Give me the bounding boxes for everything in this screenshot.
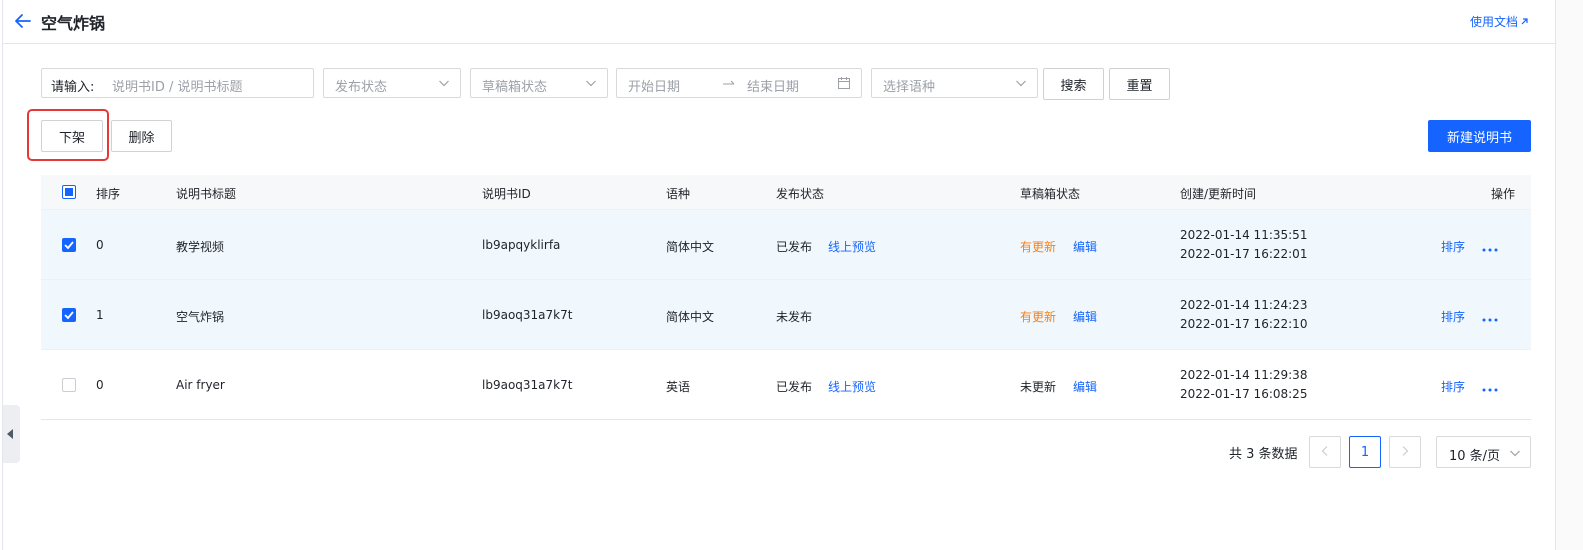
table-row[interactable]: 0 Air fryer lb9aoq31a7k7t 英语 已发布 线上预览 未更… <box>41 349 1531 419</box>
sort-link[interactable]: 排序 <box>1441 308 1465 325</box>
row-title: 教学视频 <box>176 240 225 254</box>
select-all-checkbox[interactable] <box>62 185 76 199</box>
row-created-time: 2022-01-14 11:24:23 <box>1180 298 1308 312</box>
search-input-label: 请输入: <box>51 80 95 95</box>
column-language: 语种 <box>666 187 691 201</box>
pagination-total: 共 3 条数据 <box>1229 447 1298 462</box>
doc-link-label[interactable]: 使用文档 <box>1470 15 1518 29</box>
more-icon[interactable] <box>1482 311 1498 325</box>
chevron-right-icon <box>1400 445 1410 460</box>
row-id: lb9aoq31a7k7t <box>482 308 573 322</box>
row-created-time: 2022-01-14 11:35:51 <box>1180 228 1308 242</box>
row-title: Air fryer <box>176 378 225 392</box>
row-id: lb9apqyklirfa <box>482 238 561 252</box>
column-title: 说明书标题 <box>176 187 237 201</box>
table-row[interactable]: 0 教学视频 lb9apqyklirfa 简体中文 已发布 线上预览 有更新 编… <box>41 209 1531 279</box>
prev-page-button[interactable] <box>1309 436 1341 468</box>
row-draft-status: 未更新 <box>1020 380 1057 394</box>
row-language: 英语 <box>666 380 691 394</box>
row-checkbox[interactable] <box>62 308 76 322</box>
table-row[interactable]: 1 空气炸锅 lb9aoq31a7k7t 简体中文 未发布 有更新 编辑 202… <box>41 279 1531 349</box>
doc-link[interactable]: 使用文档 <box>1470 13 1529 30</box>
page-size-select[interactable]: 10 条/页 <box>1436 436 1531 468</box>
edit-link[interactable]: 编辑 <box>1073 378 1097 395</box>
more-icon[interactable] <box>1482 381 1498 395</box>
search-input-placeholder: 说明书ID / 说明书标题 <box>112 80 243 95</box>
online-preview-link[interactable]: 线上预览 <box>828 238 876 255</box>
sort-link[interactable]: 排序 <box>1441 378 1465 395</box>
row-draft-status: 有更新 <box>1020 240 1057 254</box>
more-icon[interactable] <box>1482 241 1498 255</box>
calendar-icon <box>837 76 851 93</box>
language-select[interactable]: 选择语种 <box>871 68 1038 98</box>
publish-status-select[interactable]: 发布状态 <box>323 68 461 98</box>
draft-status-placeholder: 草稿箱状态 <box>482 80 548 95</box>
arrow-right-icon <box>721 76 737 93</box>
row-language: 简体中文 <box>666 310 715 324</box>
row-updated-time: 2022-01-17 16:22:10 <box>1180 317 1308 331</box>
row-draft-status: 有更新 <box>1020 310 1057 324</box>
start-date-input[interactable]: 开始日期 <box>628 76 680 95</box>
column-actions: 操作 <box>1491 187 1516 201</box>
row-publish-status: 未发布 <box>776 310 813 324</box>
row-publish-status: 已发布 <box>776 380 813 394</box>
right-gutter <box>1556 0 1583 550</box>
date-range-picker[interactable]: 开始日期 结束日期 <box>616 68 862 98</box>
page-1-button[interactable]: 1 <box>1349 436 1381 468</box>
delete-button[interactable]: 删除 <box>111 120 172 152</box>
row-publish-status: 已发布 <box>776 240 813 254</box>
row-order: 0 <box>96 378 104 392</box>
column-draft-status: 草稿箱状态 <box>1020 187 1081 201</box>
column-time: 创建/更新时间 <box>1180 187 1257 201</box>
publish-status-placeholder: 发布状态 <box>335 80 388 95</box>
row-created-time: 2022-01-14 11:29:38 <box>1180 368 1308 382</box>
page-size-value: 10 条/页 <box>1449 449 1501 464</box>
chevron-down-icon <box>1509 447 1521 463</box>
reset-button[interactable]: 重置 <box>1109 68 1170 100</box>
left-border <box>2 0 3 550</box>
chevron-left-icon <box>1320 445 1330 460</box>
new-manual-button[interactable]: 新建说明书 <box>1428 120 1531 152</box>
edit-link[interactable]: 编辑 <box>1073 238 1097 255</box>
language-placeholder: 选择语种 <box>883 80 936 95</box>
table-divider <box>41 419 1531 420</box>
next-page-button[interactable] <box>1389 436 1421 468</box>
row-updated-time: 2022-01-17 16:08:25 <box>1180 387 1308 401</box>
chevron-down-icon <box>1015 77 1027 89</box>
caret-left-icon <box>6 428 14 443</box>
row-checkbox[interactable] <box>62 238 76 252</box>
row-title: 空气炸锅 <box>176 310 225 324</box>
sidebar-toggle[interactable] <box>3 405 20 463</box>
row-order: 1 <box>96 308 104 322</box>
search-input[interactable]: 请输入: 说明书ID / 说明书标题 <box>41 68 314 98</box>
sort-link[interactable]: 排序 <box>1441 238 1465 255</box>
row-updated-time: 2022-01-17 16:22:01 <box>1180 247 1308 261</box>
offline-button-highlight <box>27 109 109 161</box>
search-button[interactable]: 搜索 <box>1043 68 1104 100</box>
row-checkbox[interactable] <box>62 378 76 392</box>
table-header: 排序 说明书标题 说明书ID 语种 发布状态 草稿箱状态 创建/更新时间 操作 <box>41 175 1531 209</box>
row-order: 0 <box>96 238 104 252</box>
column-id: 说明书ID <box>482 187 531 201</box>
row-id: lb9aoq31a7k7t <box>482 378 573 392</box>
page-title: 空气炸锅 <box>41 14 106 33</box>
page-header: 空气炸锅 使用文档 <box>3 0 1555 44</box>
column-publish-status: 发布状态 <box>776 187 825 201</box>
chevron-down-icon <box>438 77 450 89</box>
external-link-icon <box>1520 15 1529 29</box>
arrow-left-icon[interactable] <box>13 11 33 31</box>
row-language: 简体中文 <box>666 240 715 254</box>
end-date-input[interactable]: 结束日期 <box>747 76 799 95</box>
online-preview-link[interactable]: 线上预览 <box>828 378 876 395</box>
edit-link[interactable]: 编辑 <box>1073 308 1097 325</box>
draft-status-select[interactable]: 草稿箱状态 <box>470 68 608 98</box>
chevron-down-icon <box>585 77 597 89</box>
column-order[interactable]: 排序 <box>96 185 120 202</box>
